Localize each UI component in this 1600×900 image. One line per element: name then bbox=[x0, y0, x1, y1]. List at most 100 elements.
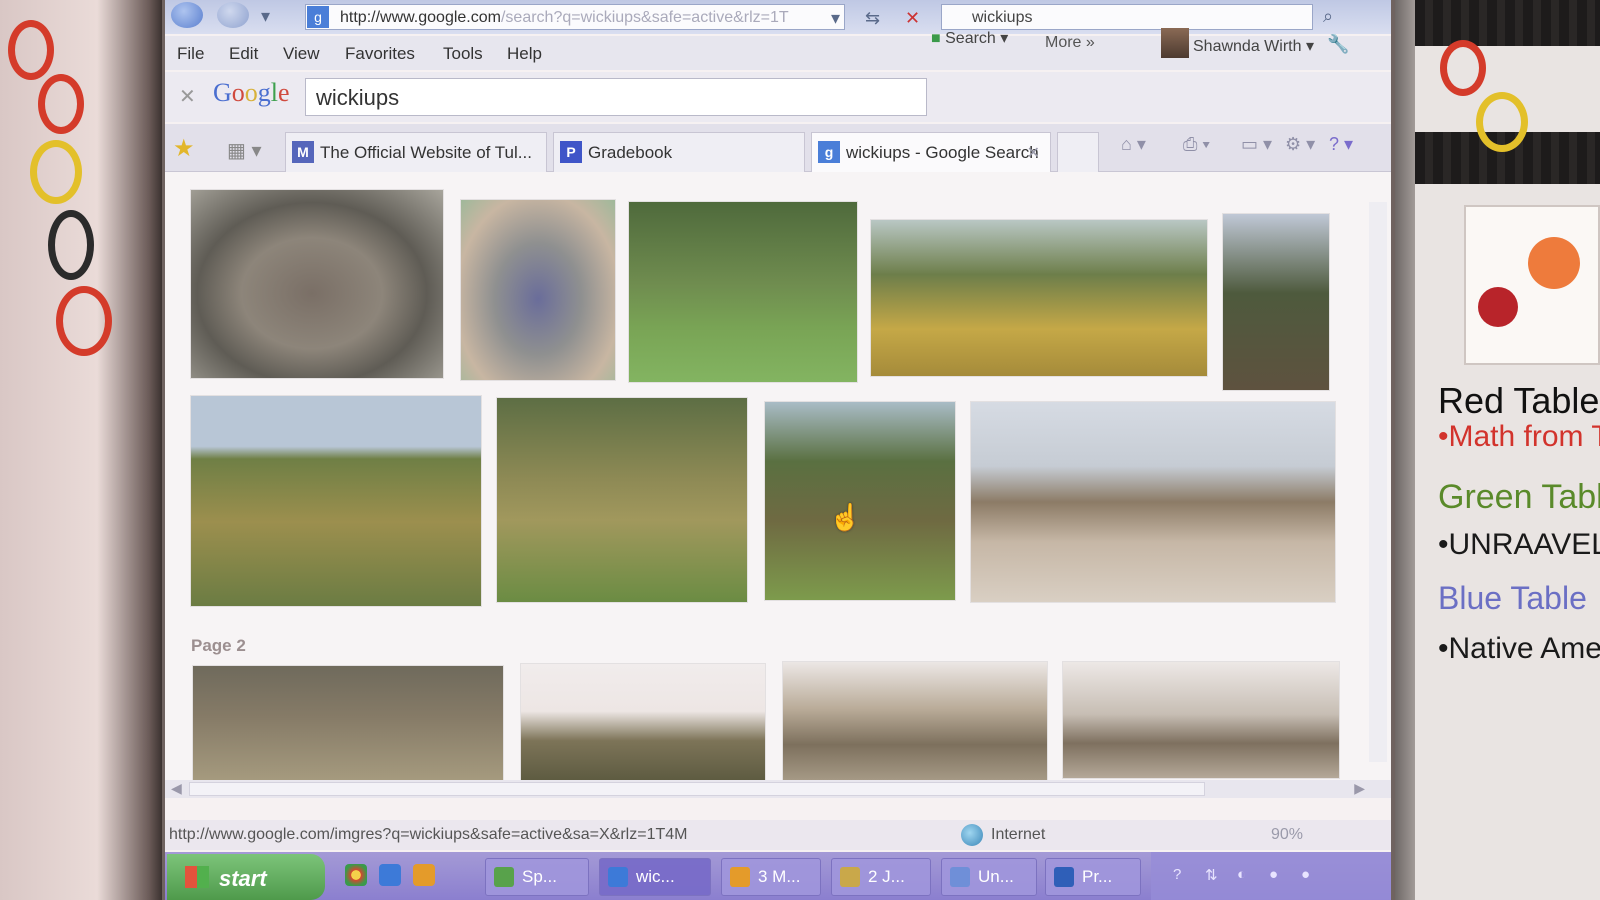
tray-app-icon[interactable]: ● bbox=[1269, 866, 1278, 883]
wickiup-thumbnail[interactable] bbox=[971, 402, 1335, 602]
task-wickiups[interactable]: wic... bbox=[599, 858, 711, 896]
close-toolbar-icon[interactable]: ✕ bbox=[179, 84, 196, 109]
zoom-level[interactable]: 90% bbox=[1271, 826, 1303, 844]
url-path: /search?q=wickiups&safe=active&rlz=1T bbox=[500, 9, 789, 26]
image-icon bbox=[840, 867, 860, 887]
wickiup-thumbnail[interactable] bbox=[521, 664, 765, 782]
fruit-poster bbox=[1464, 205, 1600, 365]
menu-help[interactable]: Help bbox=[507, 44, 542, 64]
scroll-left-icon[interactable]: ◀ bbox=[171, 780, 182, 797]
back-button[interactable] bbox=[171, 2, 203, 28]
wickiup-thumbnail[interactable] bbox=[783, 662, 1047, 780]
help-icon[interactable]: ? ▾ bbox=[1329, 134, 1353, 155]
wickiup-thumbnail[interactable] bbox=[193, 666, 503, 780]
menu-tools[interactable]: Tools bbox=[443, 44, 483, 64]
network-icon[interactable]: ⇅ bbox=[1205, 866, 1218, 884]
close-tab-icon[interactable]: ✕ bbox=[1027, 143, 1040, 163]
forward-button[interactable] bbox=[217, 2, 249, 28]
chrome-icon[interactable] bbox=[345, 864, 367, 886]
home-icon[interactable]: ⌂ ▾ bbox=[1121, 134, 1146, 155]
bulletin-border bbox=[1415, 0, 1600, 46]
task-label: Un... bbox=[978, 867, 1014, 886]
safety-gear-icon[interactable]: ⚙ ▾ bbox=[1285, 134, 1315, 155]
left-wall bbox=[0, 0, 162, 900]
volume-icon[interactable]: ◐ bbox=[1237, 866, 1246, 883]
board-item: •Math from To bbox=[1438, 420, 1600, 453]
wickiup-thumbnail[interactable] bbox=[629, 202, 857, 382]
chevron-down-icon: ▾ bbox=[1000, 30, 1009, 47]
print-icon[interactable]: ⎙ ▾ bbox=[1183, 134, 1210, 155]
status-url: http://www.google.com/imgres?q=wickiups&… bbox=[169, 826, 688, 843]
task-sp[interactable]: Sp... bbox=[485, 858, 589, 896]
chevron-down-icon: ▾ bbox=[1305, 38, 1314, 55]
task-3m[interactable]: 3 M... bbox=[721, 858, 821, 896]
tab-row: ★ ▦ ▾ M The Official Website of Tul... P… bbox=[165, 124, 1391, 172]
wickiup-thumbnail[interactable] bbox=[461, 200, 615, 380]
menu-favorites[interactable]: Favorites bbox=[345, 44, 415, 64]
tab-gradebook[interactable]: P Gradebook bbox=[553, 132, 805, 172]
menu-edit[interactable]: Edit bbox=[229, 44, 258, 64]
projected-screen: ▾ http://www.google.com/search?q=wickiup… bbox=[162, 0, 1395, 900]
stop-icon[interactable]: ✕ bbox=[905, 8, 920, 29]
board-item: •Native Amer bbox=[1438, 632, 1600, 665]
wickiup-thumbnail[interactable] bbox=[191, 190, 443, 378]
scrollbar-thumb[interactable] bbox=[189, 782, 1205, 796]
google-search-button[interactable]: ■ Search ▾ bbox=[931, 28, 1008, 48]
folder-icon bbox=[730, 867, 750, 887]
url-dropdown-icon[interactable]: ▾ bbox=[831, 8, 840, 29]
status-bar: http://www.google.com/imgres?q=wickiups&… bbox=[165, 820, 1391, 850]
help-icon[interactable]: ? bbox=[1173, 866, 1181, 883]
system-tray: ? ⇅ ◐ ● ● bbox=[1151, 852, 1391, 900]
app-icon bbox=[950, 867, 970, 887]
start-button[interactable]: start bbox=[167, 854, 325, 900]
tab-label: The Official Website of Tul... bbox=[320, 143, 532, 162]
google-icon: g bbox=[818, 141, 840, 163]
tab-official-website[interactable]: M The Official Website of Tul... bbox=[285, 132, 547, 172]
word-icon bbox=[1054, 867, 1074, 887]
google-user-menu[interactable]: Shawnda Wirth ▾ bbox=[1193, 36, 1314, 56]
app-icon[interactable] bbox=[413, 864, 435, 886]
compat-view-icon[interactable]: ⇆ bbox=[865, 8, 880, 29]
task-un[interactable]: Un... bbox=[941, 858, 1037, 896]
tray-app-icon[interactable]: ● bbox=[1301, 866, 1310, 883]
avatar[interactable] bbox=[1161, 28, 1189, 58]
menu-file[interactable]: File bbox=[177, 44, 204, 64]
whiteboard-frame bbox=[1395, 0, 1415, 900]
new-tab-button[interactable] bbox=[1057, 132, 1099, 172]
wickiup-thumbnail[interactable] bbox=[765, 402, 955, 600]
google-g-icon: ■ bbox=[931, 30, 941, 47]
scroll-right-icon[interactable]: ▶ bbox=[1354, 780, 1365, 797]
google-query-input[interactable]: wickiups bbox=[305, 78, 927, 116]
browser-search-input[interactable]: wickiups bbox=[941, 4, 1313, 30]
wickiup-thumbnail[interactable] bbox=[497, 398, 747, 602]
horizontal-scrollbar[interactable]: ◀ ▶ bbox=[165, 780, 1391, 798]
task-label: Sp... bbox=[522, 867, 557, 886]
task-pr[interactable]: Pr... bbox=[1045, 858, 1141, 896]
p-icon: P bbox=[560, 141, 582, 163]
start-label: start bbox=[219, 866, 267, 891]
menu-view[interactable]: View bbox=[283, 44, 320, 64]
browser-search-value: wickiups bbox=[972, 9, 1033, 26]
quick-tabs-icon[interactable]: ▦ ▾ bbox=[227, 138, 262, 163]
board-item: Blue Table bbox=[1438, 580, 1587, 616]
wickiup-thumbnail[interactable] bbox=[1223, 214, 1329, 390]
vertical-scrollbar[interactable] bbox=[1369, 202, 1387, 762]
wickiup-thumbnail[interactable] bbox=[1063, 662, 1339, 778]
wickiup-thumbnail[interactable] bbox=[871, 220, 1207, 376]
url-input[interactable]: http://www.google.com/search?q=wickiups&… bbox=[305, 4, 845, 30]
favorites-star-icon[interactable]: ★ bbox=[173, 134, 195, 163]
paper-chain-link bbox=[1440, 40, 1486, 96]
windows-flag-icon bbox=[185, 866, 209, 888]
task-2j[interactable]: 2 J... bbox=[831, 858, 931, 896]
history-dropdown-icon[interactable]: ▾ bbox=[261, 6, 270, 27]
ie-icon[interactable] bbox=[379, 864, 401, 886]
magnifier-icon[interactable]: ⌕ bbox=[1323, 6, 1333, 27]
google-more-button[interactable]: More » bbox=[1045, 34, 1095, 52]
google-search-label: Search bbox=[945, 30, 996, 47]
tab-wickiups-search[interactable]: g wickiups - Google Search ✕ bbox=[811, 132, 1051, 172]
google-query-value: wickiups bbox=[316, 85, 400, 110]
page-icon[interactable]: ▭ ▾ bbox=[1241, 134, 1272, 155]
wickiup-thumbnail[interactable] bbox=[191, 396, 481, 606]
school-icon: M bbox=[292, 141, 314, 163]
wrench-icon[interactable]: 🔧 bbox=[1327, 34, 1349, 55]
